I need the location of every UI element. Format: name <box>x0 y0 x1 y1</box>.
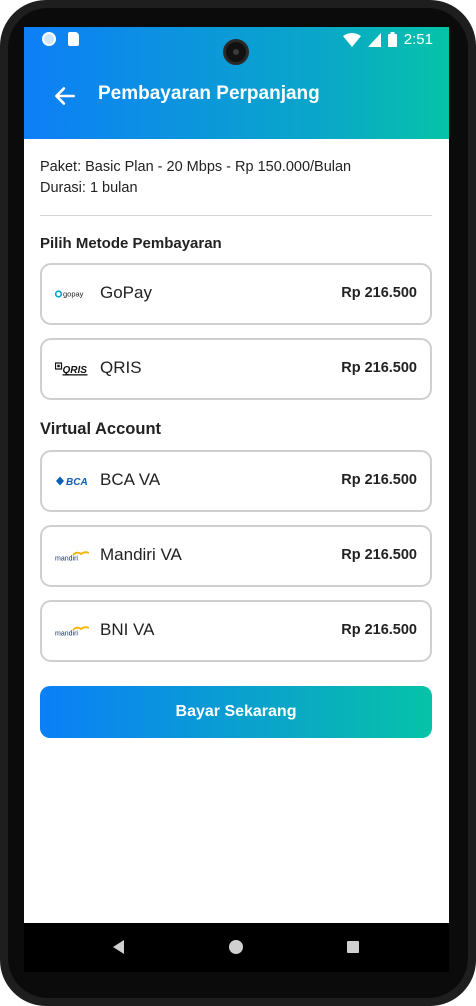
screen: 2:51 Pembayaran Perpanjang Paket: Basic … <box>24 27 449 972</box>
package-info: Paket: Basic Plan - 20 Mbps - Rp 150.000… <box>40 139 432 199</box>
nav-home-icon[interactable] <box>229 940 243 954</box>
nav-back-icon[interactable] <box>113 940 124 954</box>
phone-frame: 2:51 Pembayaran Perpanjang Paket: Basic … <box>0 0 476 1006</box>
payment-price: Rp 216.500 <box>341 285 417 301</box>
payment-name: QRIS <box>100 358 142 377</box>
status-time: 2:51 <box>403 31 433 48</box>
nav-recents-icon[interactable] <box>347 941 359 953</box>
signal-icon <box>367 32 381 47</box>
page-title: Pembayaran Perpanjang <box>98 83 320 104</box>
payment-option-bni-va[interactable]: mandiri BNI VA Rp 216.500 <box>40 600 432 662</box>
mandiri-logo: mandiri <box>55 546 91 566</box>
svg-text:gopay: gopay <box>63 290 84 299</box>
wifi-icon <box>342 32 361 47</box>
qris-logo: QRIS <box>55 359 91 379</box>
gopay-logo: gopay <box>55 284 91 304</box>
payment-price: Rp 216.500 <box>341 360 417 376</box>
payment-price: Rp 216.500 <box>341 472 417 488</box>
svg-text:mandiri: mandiri <box>55 631 78 638</box>
mandiri-logo: mandiri <box>55 621 91 641</box>
system-nav-bar <box>24 923 449 972</box>
notification-dot-icon <box>42 32 56 46</box>
arrow-left-icon[interactable] <box>52 83 78 109</box>
payment-name: Mandiri VA <box>100 545 182 564</box>
payment-name: BCA VA <box>100 470 161 489</box>
payment-name: BNI VA <box>100 620 155 639</box>
payment-method-heading: Pilih Metode Pembayaran <box>40 235 222 252</box>
divider <box>40 215 432 216</box>
main-content: Paket: Basic Plan - 20 Mbps - Rp 150.000… <box>40 139 432 662</box>
header-gradient: 2:51 Pembayaran Perpanjang <box>24 27 449 139</box>
app-bar: Pembayaran Perpanjang <box>24 53 449 139</box>
package-line: Paket: Basic Plan - 20 Mbps - Rp 150.000… <box>40 159 352 175</box>
payment-option-bca-va[interactable]: BCA BCA VA Rp 216.500 <box>40 450 432 512</box>
pay-now-button[interactable]: Bayar Sekarang <box>40 686 432 738</box>
payment-price: Rp 216.500 <box>341 622 417 638</box>
svg-text:BCA: BCA <box>66 477 88 487</box>
duration-line: Durasi: 1 bulan <box>40 180 138 196</box>
bca-logo: BCA <box>55 471 91 491</box>
battery-icon <box>387 32 397 47</box>
virtual-account-heading: Virtual Account <box>40 420 162 438</box>
payment-price: Rp 216.500 <box>341 547 417 563</box>
payment-option-qris[interactable]: QRIS QRIS Rp 216.500 <box>40 338 432 400</box>
payment-option-gopay[interactable]: gopay GoPay Rp 216.500 <box>40 263 432 325</box>
svg-text:mandiri: mandiri <box>55 556 78 563</box>
payment-name: GoPay <box>100 283 152 302</box>
sd-card-icon <box>68 32 79 46</box>
payment-option-mandiri-va[interactable]: mandiri Mandiri VA Rp 216.500 <box>40 525 432 587</box>
